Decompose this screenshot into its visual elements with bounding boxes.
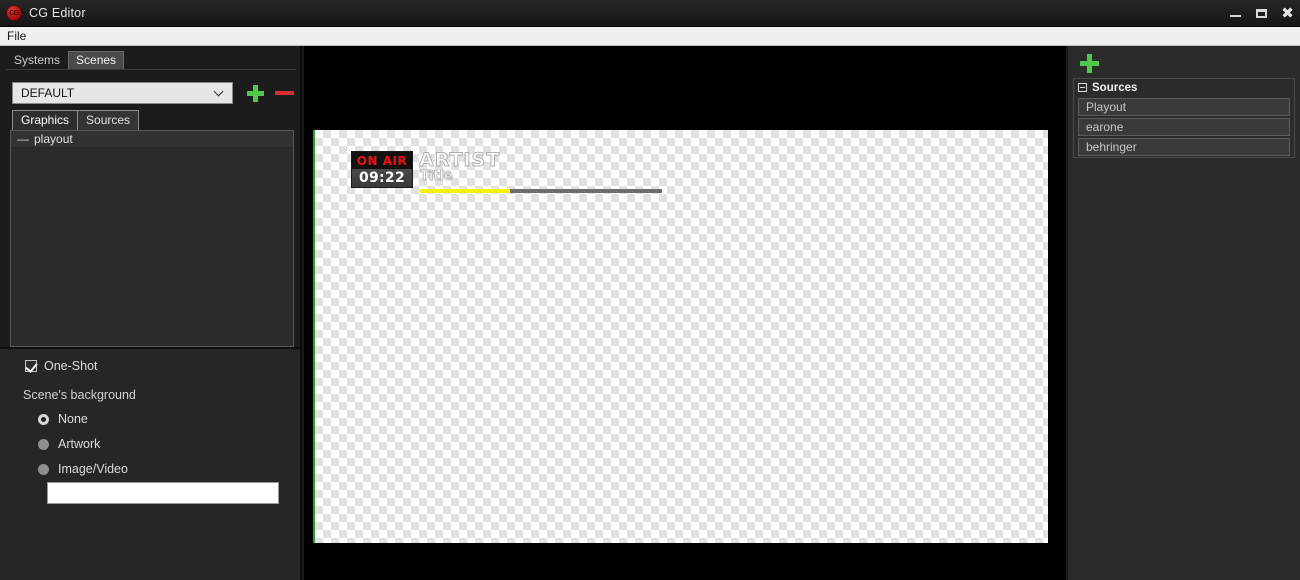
- add-source-button[interactable]: [1080, 54, 1099, 73]
- source-item-label: Playout: [1086, 100, 1127, 114]
- sources-group-title: Sources: [1092, 81, 1138, 94]
- one-shot-label: One-Shot: [44, 359, 98, 373]
- scene-select[interactable]: DEFAULT: [12, 82, 234, 104]
- background-path-input[interactable]: [47, 482, 279, 504]
- clock-label: 09:22: [358, 170, 406, 186]
- tab-graphics[interactable]: Graphics: [12, 110, 79, 130]
- radio-none-label: None: [58, 412, 88, 426]
- on-air-badge: ON AIR: [352, 152, 412, 169]
- tab-systems[interactable]: Systems: [6, 51, 68, 70]
- track-title-text: Title: [420, 169, 454, 185]
- tab-strip-divider: [6, 69, 296, 70]
- preview-area: ON AIR 09:22 ARTIST Title: [304, 46, 1066, 580]
- radio-row-artwork[interactable]: Artwork: [38, 437, 100, 451]
- left-tab-strip: Systems Scenes: [6, 51, 125, 70]
- left-panel: Systems Scenes DEFAULT Graphics Sources …: [0, 46, 302, 580]
- background-section-label: Scene's background: [23, 388, 136, 402]
- remove-scene-button[interactable]: [274, 84, 295, 102]
- source-item-label: behringer: [1086, 140, 1137, 154]
- radio-row-image-video[interactable]: Image/Video: [38, 462, 128, 476]
- on-air-label: ON AIR: [356, 153, 408, 168]
- menu-bar: File: [0, 27, 1300, 46]
- menu-item-file[interactable]: File: [0, 27, 33, 45]
- artist-text: ARTIST: [418, 149, 501, 172]
- app-logo-icon: [6, 5, 22, 21]
- radio-artwork[interactable]: [38, 438, 49, 450]
- scene-selector-row: DEFAULT: [12, 82, 295, 104]
- scene-options-panel: One-Shot Scene's background None Artwork…: [0, 347, 300, 580]
- sources-group-header[interactable]: Sources: [1074, 79, 1294, 96]
- source-item-behringer[interactable]: behringer: [1078, 138, 1290, 156]
- minimize-icon[interactable]: [1229, 7, 1242, 20]
- clock-display: 09:22: [352, 169, 412, 187]
- close-icon[interactable]: ✖: [1281, 6, 1294, 21]
- radio-image-video-label: Image/Video: [58, 462, 128, 476]
- radio-none[interactable]: [38, 413, 49, 425]
- source-item-earone[interactable]: earone: [1078, 118, 1290, 136]
- scene-select-value: DEFAULT: [21, 86, 75, 100]
- one-shot-checkbox[interactable]: [25, 360, 37, 372]
- source-item-playout[interactable]: Playout: [1078, 98, 1290, 116]
- add-scene-button[interactable]: [246, 84, 265, 102]
- app-window: CG Editor ✖ File Systems Scenes DEFAULT …: [0, 0, 1300, 580]
- preview-canvas[interactable]: ON AIR 09:22 ARTIST Title: [313, 130, 1048, 543]
- tab-sources[interactable]: Sources: [77, 110, 140, 130]
- title-bar: CG Editor ✖: [0, 0, 1300, 27]
- graphics-tree[interactable]: — playout: [10, 130, 294, 347]
- collapse-minus-icon[interactable]: [1078, 83, 1087, 92]
- one-shot-row[interactable]: One-Shot: [25, 359, 98, 373]
- tree-item-playout[interactable]: — playout: [11, 131, 293, 148]
- tab-scenes[interactable]: Scenes: [68, 51, 125, 70]
- left-sub-tab-strip: Graphics Sources: [12, 110, 140, 130]
- radio-artwork-label: Artwork: [58, 437, 101, 451]
- window-controls: ✖: [1229, 0, 1294, 27]
- tree-item-label: playout: [34, 132, 73, 146]
- maximize-icon[interactable]: [1255, 7, 1268, 20]
- radio-image-video[interactable]: [38, 463, 49, 475]
- progress-bar-track: [420, 189, 662, 193]
- on-air-clock-block: ON AIR 09:22: [351, 151, 413, 188]
- window-title: CG Editor: [29, 6, 86, 20]
- chevron-down-icon: [215, 87, 224, 96]
- right-panel: Sources Playout earone behringer: [1068, 46, 1300, 580]
- radio-row-none[interactable]: None: [38, 412, 88, 426]
- sources-group: Sources Playout earone behringer: [1073, 78, 1295, 158]
- tree-expander-icon[interactable]: —: [17, 133, 29, 145]
- progress-bar-fill: [420, 189, 510, 193]
- source-item-label: earone: [1086, 120, 1124, 134]
